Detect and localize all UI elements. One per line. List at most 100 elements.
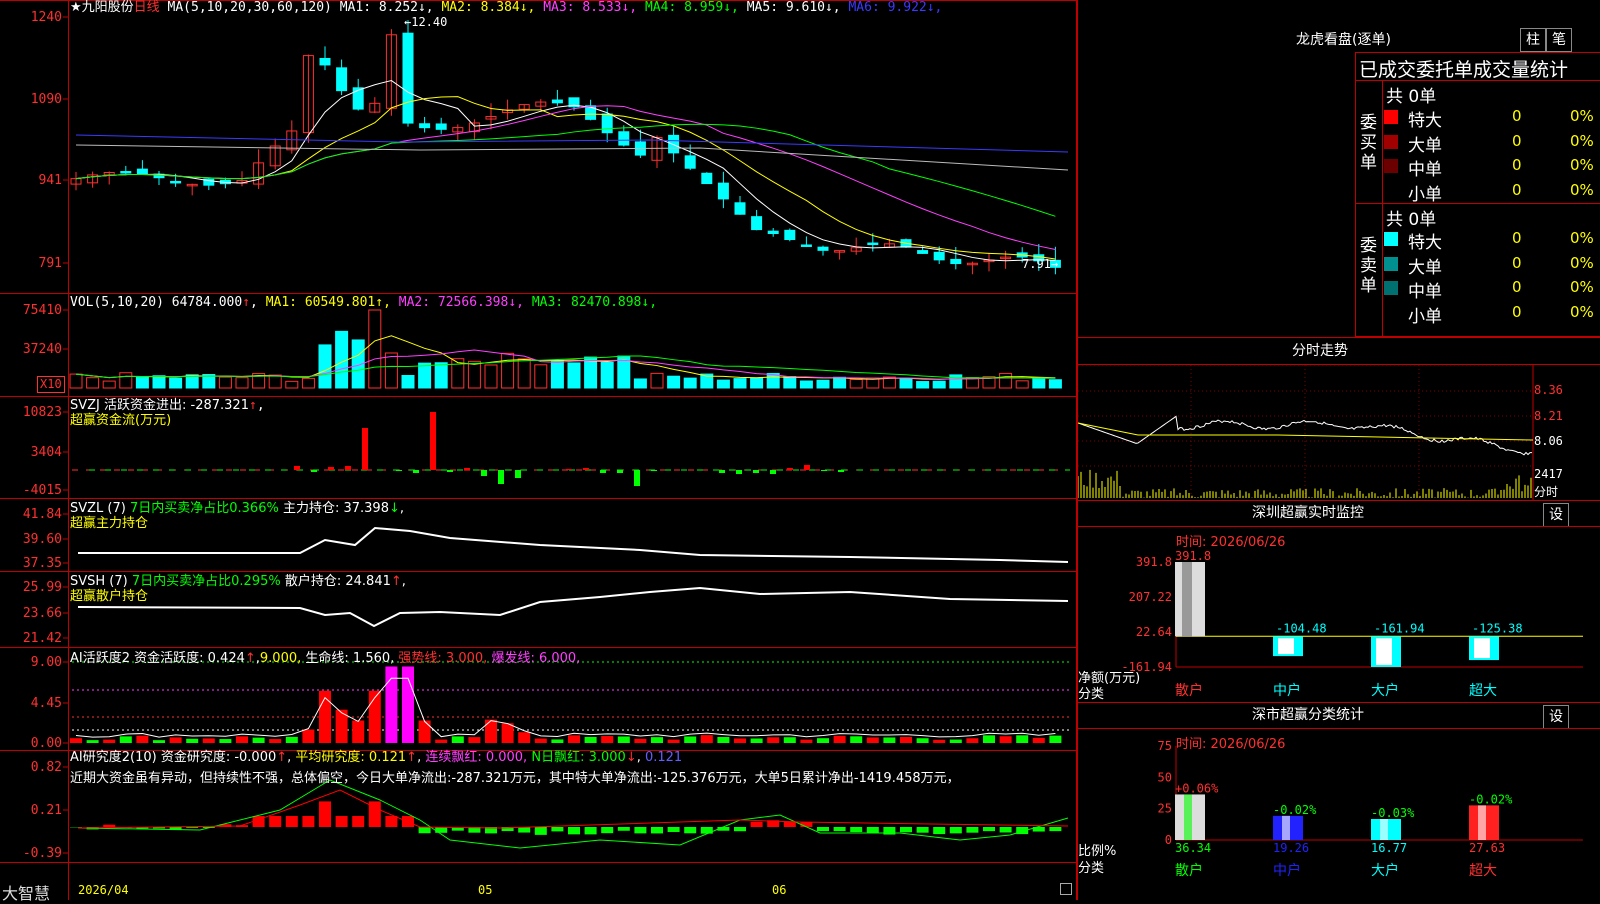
vol-bar [385,353,397,388]
lhb-row-name: 大单 [1408,131,1442,156]
ai2-tick-2: -0.39 [23,846,62,861]
ai1-bar [867,737,879,743]
ai1-bar [1033,738,1045,743]
svzj-bar [719,470,725,473]
vol-bar [917,382,929,388]
sz-class-settings-button[interactable]: 设 [1543,705,1569,729]
svsh-sub: 超赢散户持仓 [70,589,148,605]
main-chart-area[interactable]: 124010909417917541037240108233404-401541… [0,0,1077,900]
vol-bar [435,363,447,388]
lhb-row-name: 大单 [1408,253,1442,278]
sz-class-tick: 75 [1158,739,1172,753]
ai2-bar [618,827,630,831]
ai1-bar [585,737,597,743]
ai1-bar [684,736,696,743]
candle-body [785,230,795,239]
stock-name[interactable]: 九阳股份 [82,0,134,15]
ai1-title: AI活跃度2 资金活跃度: 0.424 [70,651,245,666]
ai2-bar [302,816,314,827]
sz-class-value-2: 16.77 [1371,841,1407,855]
column-view-button[interactable]: 柱 [1520,28,1546,52]
ai2-avg: 平均研究度: 0.121 [295,750,406,765]
sz-monitor-settings-button[interactable]: 设 [1543,503,1569,527]
sz-class-cat-2: 大户 [1371,862,1399,879]
svzj-header: SVZJ 活跃资金进出: -287.321↑, [70,398,265,414]
sz-monitor-value-3: -125.38 [1472,621,1523,635]
svsh-title: SVSH (7) [70,574,128,589]
ai1-bar [950,740,962,743]
vol-bar [933,381,945,388]
candle-body [353,88,363,109]
ma-value-2: MA2: 8.384↓, [441,0,543,15]
ai2-bar [286,816,298,827]
svzj-bar [617,470,623,473]
svzj-bar [651,470,657,471]
ai2-tick-1: 0.21 [31,803,62,818]
kline-tick-0: 1240 [31,10,62,25]
ai2-bar [269,816,281,827]
vol-bar [419,363,431,388]
sz-class-tick: 25 [1158,802,1172,816]
candle-body [718,183,728,199]
sz-class-cat-1: 中户 [1273,862,1301,879]
candle-body [436,124,446,129]
tick-view-button[interactable]: 笔 [1546,28,1572,52]
svsh-line [78,588,1068,626]
intraday-chart[interactable] [1078,365,1600,501]
svzl-tick-2: 37.35 [23,556,62,571]
candle-body [934,252,944,260]
vol-bar [402,375,414,388]
intraday-tick-3: 8.06 [1534,434,1563,448]
vol-tick-0: 75410 [23,303,62,318]
vol-bar [468,361,480,388]
vol-unit-badge[interactable]: X10 [37,376,65,393]
vol-bar [668,376,680,388]
ai1-tick-1: 4.45 [31,696,62,711]
lhb-row-name: 中单 [1408,277,1442,302]
vol-bar [950,375,962,388]
sz-monitor-value-1: -104.48 [1276,621,1327,635]
sz-class-bar-shade [1478,805,1486,840]
ai1-bar [186,739,198,743]
sz-monitor-bar-shade [1376,638,1392,665]
sz-class-chart: 7550250+0.06%36.34散户-0.02%19.26中户-0.03%1… [1078,728,1600,900]
ma6-line [76,135,1068,152]
kline-low-note: 7.91→ [1022,257,1058,271]
lhb-row-buy-rows-3: 小单00% [1384,180,1600,202]
vol-bar [87,378,99,388]
vol-bar [900,379,912,388]
ai1-bar [452,736,464,743]
ai1-bar [933,740,945,743]
ai1-bar [883,737,895,743]
lock-icon[interactable] [1060,883,1072,895]
ai2-bar [933,827,945,834]
ai2-title: AI研究度2(10) 资金研究度: -0.000 [70,750,276,765]
period-label[interactable]: 日线 [134,0,160,15]
ai2-bar [983,827,995,831]
lhb-row-pct: 0% [1570,303,1594,321]
svzj-bar [787,468,793,470]
lhb-row-count: 0 [1512,132,1522,150]
ma-value-6: MA6: 9.922↓, [848,0,942,15]
ma5-line [76,145,1068,170]
ai1-bar [70,738,82,743]
ai1-bar [219,739,231,743]
candle-body [403,33,413,123]
sz-class-bar-shade [1282,816,1290,840]
ai2-bar [419,827,431,833]
sz-monitor-cat-0: 散户 [1175,682,1203,699]
lhb-swatch [1384,110,1398,124]
ai2-comment: 近期大资金虽有异动，但持续性不强，总体偏空，今日大单净流出:-287.321万元… [70,771,960,787]
lhb-row-sell-rows-1: 大单00% [1384,253,1600,275]
ma-value-4: MA4: 8.959↓, [645,0,747,15]
ai2-bar [701,827,713,834]
lhb-row-pct: 0% [1570,278,1594,296]
vol-ma-values: MA1: 60549.801↑, MA2: 72566.398↓, MA3: 8… [266,295,657,310]
svzl-tick-1: 39.60 [23,532,62,547]
lhb-row-count: 0 [1512,107,1522,125]
vol-bar [1049,380,1061,388]
ai2-bar [684,827,696,833]
sz-monitor-cat-3: 超大 [1469,683,1497,699]
lhb-swatch [1384,257,1398,271]
ai2-bar [867,827,879,833]
